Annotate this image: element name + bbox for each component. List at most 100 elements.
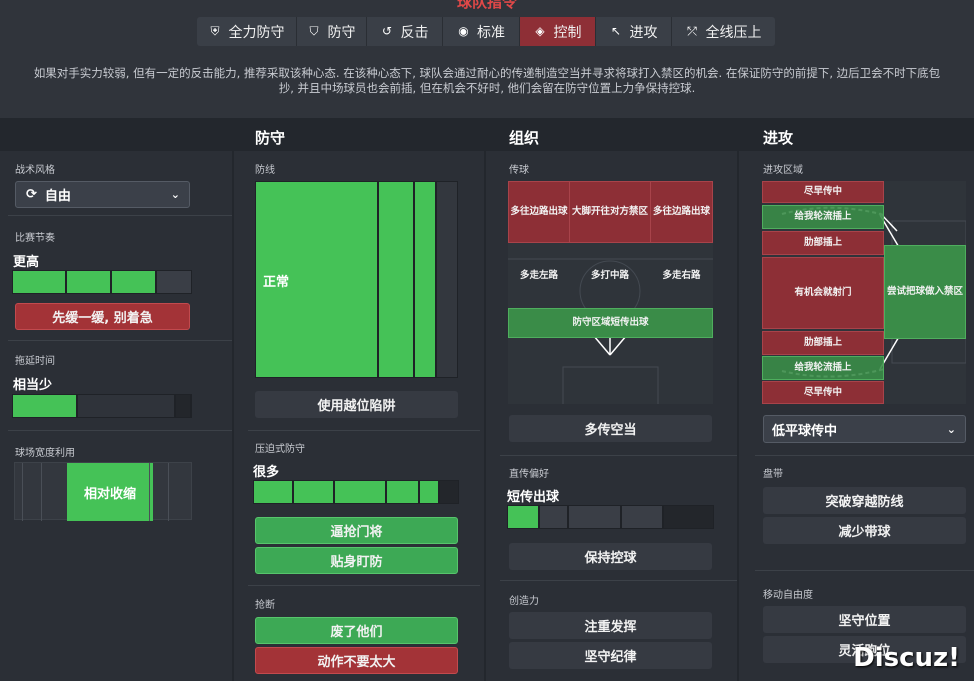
width-label: 球场宽度利用 bbox=[15, 448, 75, 459]
press-segment bbox=[387, 481, 418, 503]
passing-label: 传球 bbox=[509, 165, 529, 176]
directness-segment bbox=[539, 506, 568, 528]
width-slider[interactable]: 相对收缩 bbox=[14, 462, 192, 521]
tempo-segment bbox=[112, 271, 155, 293]
column-divider bbox=[484, 118, 486, 681]
width-line bbox=[22, 463, 23, 521]
mentality-balanced[interactable]: ◉ 标准 bbox=[443, 17, 520, 46]
style-dropdown[interactable]: ⟳ 自由 ⌄ bbox=[15, 181, 190, 208]
zone-top-left[interactable]: 多往边路出球 bbox=[508, 181, 570, 243]
watermark: Discuz! bbox=[853, 643, 960, 673]
offside-trap-button[interactable]: 使用越位陷阱 bbox=[255, 391, 458, 418]
mentality-label: 标准 bbox=[477, 24, 505, 41]
width-line bbox=[168, 463, 169, 521]
tempo-segment bbox=[13, 271, 65, 293]
mentality-positive[interactable]: ◈ 控制 bbox=[520, 17, 596, 46]
chevron-down-icon: ⌄ bbox=[946, 422, 956, 436]
press-segment bbox=[440, 481, 458, 503]
zone-top-mid[interactable]: 大脚开往对方禁区 bbox=[569, 181, 651, 243]
cube-icon: ◈ bbox=[535, 24, 545, 38]
zone-into-box[interactable]: 尝试把球做入禁区 bbox=[884, 245, 966, 339]
mentality-attacking[interactable]: ↖ 进攻 bbox=[596, 17, 672, 46]
divider bbox=[8, 430, 232, 431]
zone-overlap-top[interactable]: 给我轮流插上 bbox=[762, 205, 884, 229]
tempo-label: 比赛节奏 bbox=[15, 233, 55, 244]
press-value: 很多 bbox=[253, 465, 280, 480]
fluid-icon: ⟳ bbox=[26, 187, 37, 202]
divider bbox=[8, 340, 232, 341]
organisation-title: 组织 bbox=[509, 129, 540, 147]
stay-on-feet-button[interactable]: 动作不要太大 bbox=[255, 647, 458, 674]
tempo-segment bbox=[67, 271, 110, 293]
zone-build-up[interactable]: 防守区域短传出球 bbox=[508, 308, 713, 338]
defensive-line-selector[interactable]: 正常 bbox=[255, 181, 458, 378]
divider bbox=[500, 580, 737, 581]
passing-pitch: 多往边路出球 大脚开往对方禁区 多往边路出球 多走左路 多打中路 多走右路 防守… bbox=[508, 181, 713, 404]
zone-mid-mid[interactable]: 多打中路 bbox=[569, 251, 651, 301]
be-more-disciplined-button[interactable]: 坚守纪律 bbox=[509, 642, 712, 669]
column-divider bbox=[232, 118, 234, 681]
dribble-less-button[interactable]: 减少带球 bbox=[763, 517, 966, 544]
zone-mid-left[interactable]: 多走左路 bbox=[508, 251, 570, 301]
dribble-label: 盘带 bbox=[763, 469, 783, 480]
style-label: 战术风格 bbox=[15, 165, 55, 176]
press-segment bbox=[254, 481, 292, 503]
divider bbox=[248, 430, 480, 431]
line-value: 正常 bbox=[263, 275, 290, 290]
mentality-counter[interactable]: ↺ 反击 bbox=[367, 17, 443, 46]
zone-byline-top[interactable]: 肋部插上 bbox=[762, 231, 884, 255]
tempo-segment bbox=[157, 271, 191, 293]
tempo-slow-down-button[interactable]: 先缓一缓, 别着急 bbox=[15, 303, 190, 330]
run-at-defence-button[interactable]: 突破穿越防线 bbox=[763, 487, 966, 514]
mentality-label: 防守 bbox=[327, 24, 356, 41]
tackle-harder-button[interactable]: 废了他们 bbox=[255, 617, 458, 644]
zone-shoot[interactable]: 有机会就射门 bbox=[762, 257, 884, 329]
tempo-value: 更高 bbox=[13, 255, 40, 270]
column-divider bbox=[737, 118, 739, 681]
directness-value: 短传出球 bbox=[507, 490, 560, 505]
directness-segment bbox=[569, 506, 620, 528]
be-more-expressive-button[interactable]: 注重发挥 bbox=[509, 612, 712, 639]
zone-overlap-bottom[interactable]: 给我轮流插上 bbox=[762, 356, 884, 380]
press-gk-button[interactable]: 逼抢门将 bbox=[255, 517, 458, 544]
attack-pitch: 尽早传中 给我轮流插上 肋部插上 有机会就射门 尝试把球做入禁区 肋部插上 给我… bbox=[762, 181, 966, 404]
retain-possession-button[interactable]: 保持控球 bbox=[509, 543, 712, 570]
mentality-label: 反击 bbox=[400, 24, 429, 41]
attack-zones-label: 进攻区域 bbox=[763, 165, 803, 176]
zone-mid-right[interactable]: 多走右路 bbox=[650, 251, 713, 301]
zone-cross-early-top[interactable]: 尽早传中 bbox=[762, 181, 884, 203]
cross-type-dropdown[interactable]: 低平球传中 ⌄ bbox=[763, 415, 966, 443]
chevron-down-icon: ⌄ bbox=[170, 188, 180, 201]
balanced-icon: ◉ bbox=[458, 24, 469, 38]
mentality-very-defensive[interactable]: ⛨ 全力防守 bbox=[197, 17, 297, 46]
time-wasting-label: 拖延时间 bbox=[15, 356, 55, 367]
tempo-slider[interactable] bbox=[12, 270, 192, 294]
time-wasting-rest bbox=[176, 395, 190, 417]
divider bbox=[248, 585, 480, 586]
time-wasting-slider[interactable] bbox=[12, 394, 192, 418]
divider bbox=[755, 570, 974, 571]
press-segment bbox=[294, 481, 333, 503]
mentality-label: 全力防守 bbox=[228, 24, 285, 41]
hold-position-button[interactable]: 坚守位置 bbox=[763, 606, 966, 633]
directness-slider[interactable] bbox=[507, 505, 714, 529]
play-into-space-button[interactable]: 多传空当 bbox=[509, 415, 712, 442]
tackle-label: 抢断 bbox=[255, 600, 275, 611]
tight-marking-button[interactable]: 贴身盯防 bbox=[255, 547, 458, 574]
mentality-selector: ⛨ 全力防守 ⛉ 防守 ↺ 反击 ◉ 标准 ◈ 控制 ↖ 进攻 ⤱ 全线压上 bbox=[197, 17, 775, 46]
press-segment bbox=[420, 481, 438, 503]
press-slider[interactable] bbox=[253, 480, 459, 504]
line-empty bbox=[437, 182, 457, 377]
width-value: 相对收缩 bbox=[83, 486, 136, 502]
zone-top-right[interactable]: 多往边路出球 bbox=[650, 181, 713, 243]
mentality-defensive[interactable]: ⛉ 防守 bbox=[297, 17, 367, 46]
shield-icon: ⛉ bbox=[309, 24, 319, 38]
divider bbox=[500, 455, 737, 456]
page-title: 球队指令 bbox=[456, 0, 517, 11]
description-line: 如果对手实力较弱, 但有一定的反击能力, 推荐采取该种心态. 在该种心态下, 球… bbox=[33, 66, 941, 80]
press-segment bbox=[335, 481, 385, 503]
zone-byline-bottom[interactable]: 肋部插上 bbox=[762, 331, 884, 355]
zone-cross-early-bottom[interactable]: 尽早传中 bbox=[762, 381, 884, 404]
mentality-very-attacking[interactable]: ⤱ 全线压上 bbox=[672, 17, 775, 46]
attack-title: 进攻 bbox=[763, 129, 794, 147]
